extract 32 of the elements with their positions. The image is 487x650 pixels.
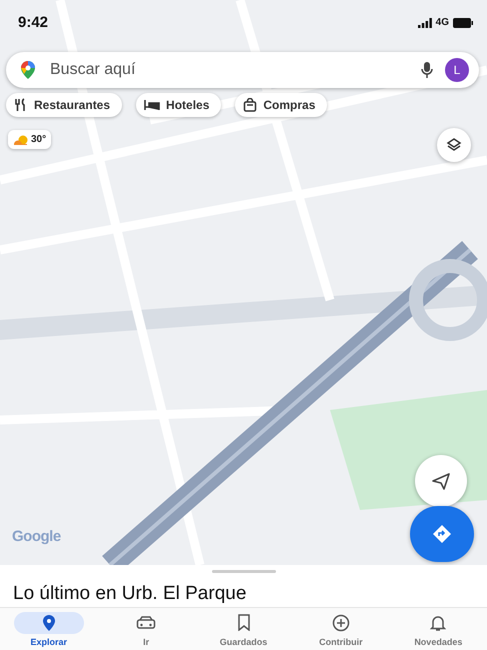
account-avatar[interactable]: L bbox=[445, 58, 469, 82]
plus-circle-icon bbox=[332, 614, 350, 632]
shopping-bag-icon bbox=[243, 98, 258, 112]
network-label: 4G bbox=[436, 17, 449, 28]
signal-icon bbox=[418, 18, 432, 28]
map-pin-logo-icon bbox=[20, 60, 36, 80]
layers-icon bbox=[446, 137, 462, 153]
nav-tab[interactable]: Contribuir bbox=[292, 608, 390, 650]
nav-tab[interactable]: Guardados bbox=[194, 608, 292, 650]
bell-icon bbox=[430, 614, 446, 632]
car-icon bbox=[136, 614, 156, 630]
navigation-arrow-icon bbox=[431, 472, 451, 490]
sheet-title: Lo último en Urb. El Parque bbox=[13, 583, 246, 605]
temperature-label: 30° bbox=[31, 134, 46, 145]
category-chip[interactable]: Restaurantes bbox=[6, 93, 122, 117]
map-attribution-logo: Google bbox=[12, 528, 61, 545]
search-field[interactable]: Buscar aquí L bbox=[6, 52, 479, 88]
cloud-sun-icon bbox=[13, 134, 29, 144]
microphone-icon[interactable] bbox=[421, 61, 433, 79]
category-chip[interactable]: Hoteles bbox=[136, 93, 222, 117]
drag-handle[interactable] bbox=[212, 570, 276, 573]
nav-tab[interactable]: Novedades bbox=[390, 608, 487, 650]
location-pin-icon bbox=[42, 614, 56, 632]
bed-icon bbox=[144, 99, 160, 111]
weather-badge[interactable]: 30° bbox=[8, 130, 52, 149]
directions-icon bbox=[432, 524, 452, 544]
bookmark-icon bbox=[236, 614, 251, 631]
nav-tab[interactable]: Ir bbox=[97, 608, 195, 650]
category-chip[interactable]: Compras bbox=[235, 93, 328, 117]
status-time: 9:42 bbox=[18, 14, 48, 31]
cutlery-icon bbox=[14, 98, 28, 112]
nav-tab[interactable]: Explorar bbox=[0, 608, 98, 650]
